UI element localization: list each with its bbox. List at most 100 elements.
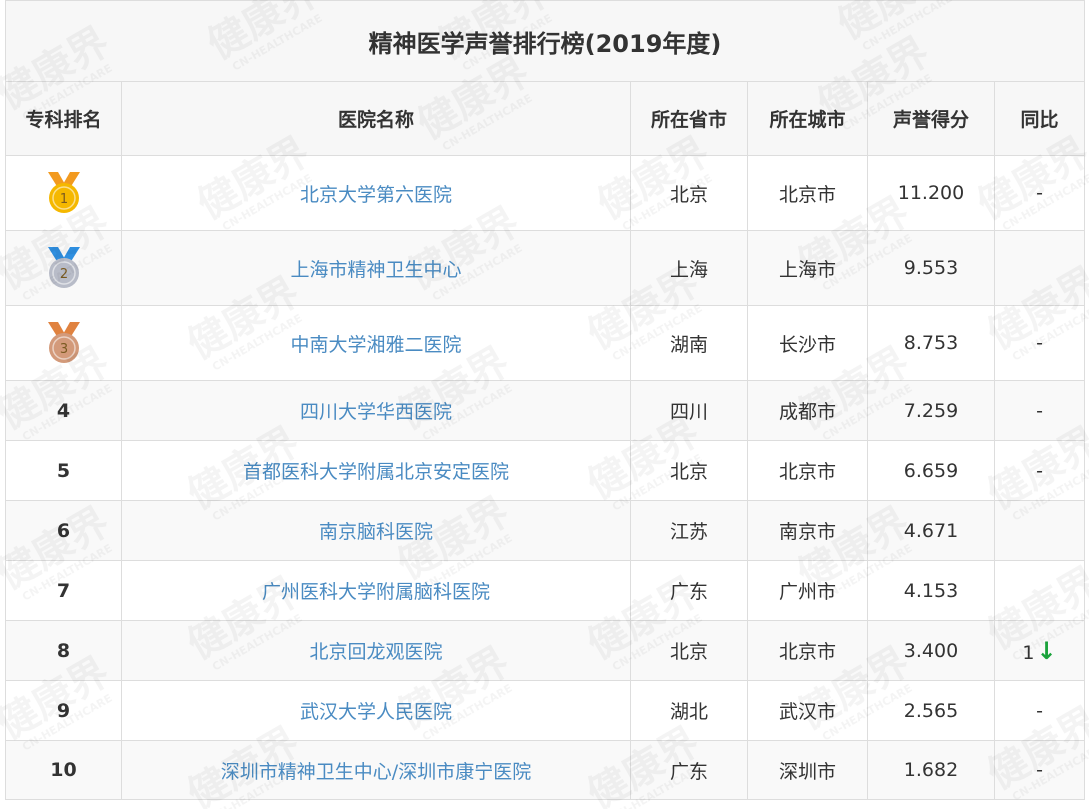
hospital-cell: 上海市精神卫生中心 [121,230,631,306]
province-cell: 北京 [630,440,748,501]
hospital-cell: 南京脑科医院 [121,500,631,561]
table-row: 7 广州医科大学附属脑科医院 广东 广州市 4.153 [5,560,1086,621]
province-cell: 江苏 [630,500,748,561]
rank-cell: 3 [5,305,122,381]
score-cell: 1.682 [867,740,995,800]
table-row: 5 首都医科大学附属北京安定医院 北京 北京市 6.659 - [5,440,1086,501]
col-header-province: 所在省市 [630,81,748,156]
col-header-city: 所在城市 [747,81,868,156]
city-cell: 成都市 [747,380,868,441]
hospital-name-link[interactable]: 南京脑科医院 [319,521,433,543]
city-cell: 上海市 [747,230,868,306]
city-cell: 北京市 [747,440,868,501]
col-header-yoy: 同比 [993,81,1086,156]
table-row: 6 南京脑科医院 江苏 南京市 4.671 [5,500,1086,561]
province-cell: 四川 [630,380,748,441]
yoy-cell: - [993,740,1086,800]
score-cell: 4.153 [867,560,995,621]
hospital-name-link[interactable]: 武汉大学人民医院 [300,701,452,723]
svg-text:1: 1 [59,192,67,207]
hospital-name-link[interactable]: 广州医科大学附属脑科医院 [262,581,490,603]
hospital-cell: 四川大学华西医院 [121,380,631,441]
title-row: 精神医学声誉排行榜(2019年度) [4,0,1086,82]
province-cell: 湖北 [630,680,748,741]
hospital-name-link[interactable]: 北京大学第六医院 [300,184,452,206]
city-cell: 广州市 [747,560,868,621]
province-cell: 北京 [630,155,748,231]
city-cell: 长沙市 [747,305,868,381]
province-cell: 湖南 [630,305,748,381]
score-cell: 4.671 [867,500,995,561]
yoy-cell: - [993,305,1086,381]
hospital-name-link[interactable]: 深圳市精神卫生中心/深圳市康宁医院 [221,761,531,783]
city-cell: 武汉市 [747,680,868,741]
yoy-value: - [1036,759,1043,781]
city-cell: 深圳市 [747,740,868,800]
province-cell: 广东 [630,740,748,800]
rank-cell: 9 [5,680,122,741]
score-cell: 9.553 [867,230,995,306]
rank-cell: 10 [5,740,122,800]
hospital-name-link[interactable]: 首都医科大学附属北京安定医院 [243,461,509,483]
hospital-name-link[interactable]: 上海市精神卫生中心 [290,259,461,281]
bronze-medal-icon: 3 [47,322,80,363]
city-cell: 北京市 [747,620,868,681]
hospital-cell: 广州医科大学附属脑科医院 [121,560,631,621]
yoy-cell [993,230,1086,306]
yoy-value: - [1036,699,1043,722]
rank-cell: 5 [5,440,122,501]
rank-cell: 1 [5,155,122,231]
silver-medal-icon: 2 [47,247,80,288]
col-header-score: 声誉得分 [867,81,995,156]
hospital-cell: 中南大学湘雅二医院 [121,305,631,381]
score-cell: 7.259 [867,380,995,441]
yoy-cell [993,560,1086,621]
table-row: 1 北京大学第六医院 北京 北京市 11.200 - [5,155,1086,231]
svg-text:3: 3 [59,342,67,357]
col-header-rank: 专科排名 [5,81,122,156]
rank-cell: 8 [5,620,122,681]
yoy-cell: - [993,380,1086,441]
hospital-cell: 深圳市精神卫生中心/深圳市康宁医院 [121,740,631,800]
yoy-cell: - [993,155,1086,231]
table-row: 3 中南大学湘雅二医院 湖南 长沙市 8.753 - [5,305,1086,381]
down-arrow-icon: ↓ [1036,636,1057,665]
province-cell: 北京 [630,620,748,681]
yoy-cell: - [993,680,1086,741]
rank-cell: 6 [5,500,122,561]
province-cell: 上海 [630,230,748,306]
ranking-table: 精神医学声誉排行榜(2019年度) 专科排名 医院名称 所在省市 所在城市 声誉… [4,0,1086,800]
yoy-cell: 1↓ [993,620,1086,681]
yoy-cell [993,500,1086,561]
table-row: 4 四川大学华西医院 四川 成都市 7.259 - [5,380,1086,441]
hospital-name-link[interactable]: 北京回龙观医院 [309,641,442,663]
score-cell: 3.400 [867,620,995,681]
province-cell: 广东 [630,560,748,621]
rank-cell: 4 [5,380,122,441]
hospital-cell: 首都医科大学附属北京安定医院 [121,440,631,501]
table-row: 2 上海市精神卫生中心 上海 上海市 9.553 [5,230,1086,306]
rank-cell: 7 [5,560,122,621]
table-title: 精神医学声誉排行榜(2019年度) [4,0,1086,82]
hospital-name-link[interactable]: 四川大学华西医院 [300,401,452,423]
header-row: 专科排名 医院名称 所在省市 所在城市 声誉得分 同比 [5,81,1086,156]
yoy-value: - [1036,332,1043,354]
hospital-cell: 武汉大学人民医院 [121,680,631,741]
svg-text:2: 2 [59,267,67,282]
hospital-cell: 北京回龙观医院 [121,620,631,681]
score-cell: 8.753 [867,305,995,381]
rank-cell: 2 [5,230,122,306]
ranking-table-container: 精神医学声誉排行榜(2019年度) 专科排名 医院名称 所在省市 所在城市 声誉… [4,0,1086,809]
hospital-name-link[interactable]: 中南大学湘雅二医院 [290,334,461,356]
score-cell: 11.200 [867,155,995,231]
table-row: 9 武汉大学人民医院 湖北 武汉市 2.565 - [5,680,1086,741]
gold-medal-icon: 1 [47,172,80,213]
table-row: 10 深圳市精神卫生中心/深圳市康宁医院 广东 深圳市 1.682 - [5,740,1086,800]
hospital-cell: 北京大学第六医院 [121,155,631,231]
city-cell: 南京市 [747,500,868,561]
yoy-value: - [1036,399,1043,422]
score-cell: 2.565 [867,680,995,741]
yoy-cell: - [993,440,1086,501]
yoy-value: - [1036,459,1043,482]
col-header-hospital: 医院名称 [121,81,631,156]
